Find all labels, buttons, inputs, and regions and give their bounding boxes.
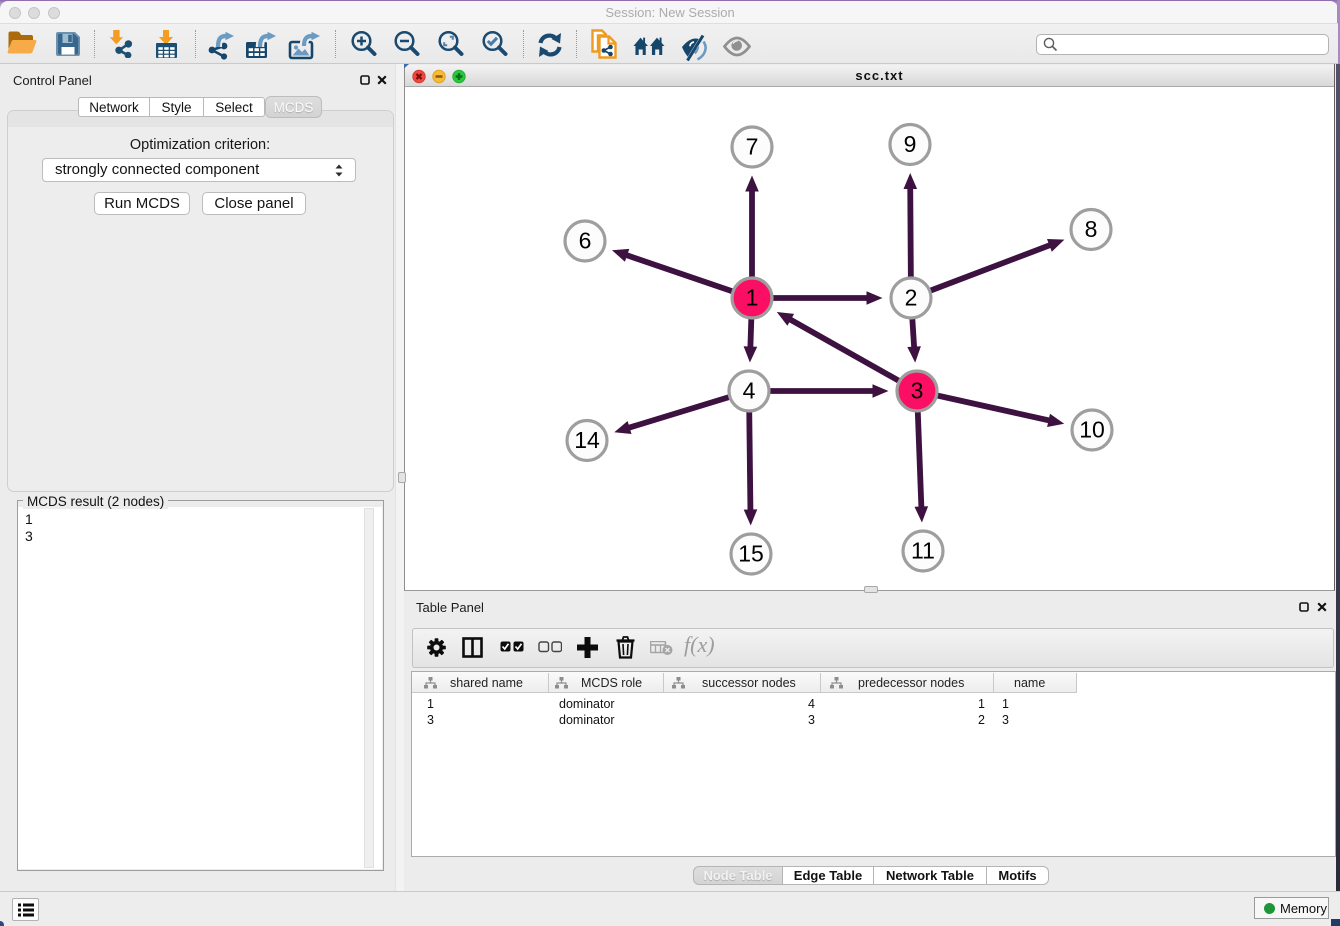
svg-text:1: 1 [746, 285, 759, 311]
svg-text:2: 2 [905, 285, 918, 311]
svg-text:9: 9 [904, 131, 917, 157]
svg-text:7: 7 [746, 134, 759, 160]
svg-text:6: 6 [579, 228, 592, 254]
svg-text:14: 14 [574, 427, 600, 453]
svg-text:3: 3 [911, 378, 924, 404]
svg-text:11: 11 [911, 538, 935, 564]
svg-text:15: 15 [738, 541, 764, 567]
svg-text:8: 8 [1085, 216, 1098, 242]
svg-text:4: 4 [743, 378, 756, 404]
svg-text:10: 10 [1079, 417, 1105, 443]
